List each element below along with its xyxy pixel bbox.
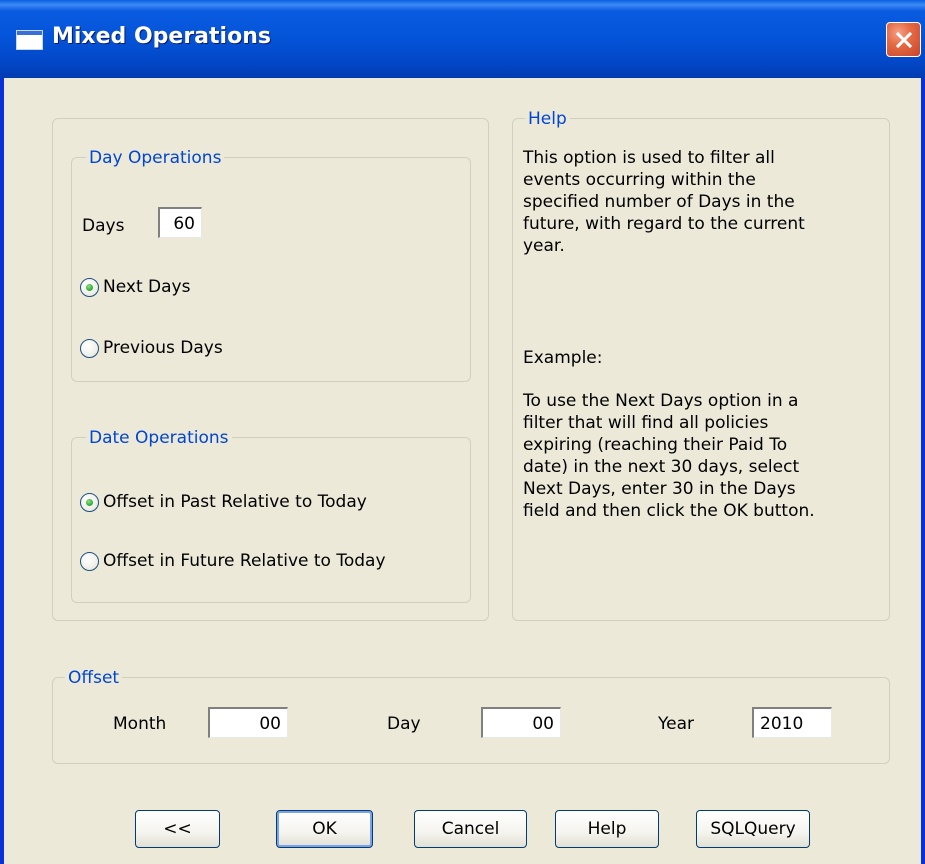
radio-button-checked[interactable] [80, 492, 99, 512]
help-description: This option is used to filter all events… [523, 148, 805, 256]
days-input[interactable]: 60 [158, 207, 202, 238]
radio-button[interactable] [80, 338, 99, 358]
radio-offset-past[interactable]: Offset in Past Relative to Today [80, 492, 367, 512]
day-label: Day [387, 714, 421, 734]
close-button[interactable] [886, 22, 921, 57]
date-operations-legend: Date Operations [86, 428, 232, 448]
window-title: Mixed Operations [52, 24, 271, 49]
help-button[interactable]: Help [555, 810, 659, 848]
month-label: Month [113, 714, 167, 734]
ok-button[interactable]: OK [276, 810, 373, 848]
day-input[interactable]: 00 [481, 707, 561, 738]
close-icon [895, 31, 912, 48]
help-example-label: Example: [523, 348, 603, 368]
back-button[interactable]: << [135, 810, 220, 848]
radio-label: Offset in Future Relative to Today [103, 551, 386, 571]
radio-next-days[interactable]: Next Days [80, 277, 190, 297]
radio-label: Previous Days [103, 338, 223, 358]
radio-label: Offset in Past Relative to Today [103, 492, 367, 512]
offset-legend: Offset [65, 668, 123, 688]
year-label: Year [658, 714, 694, 734]
title-bar[interactable]: Mixed Operations [0, 0, 925, 78]
radio-previous-days[interactable]: Previous Days [80, 338, 223, 358]
window-icon [16, 30, 43, 50]
cancel-button[interactable]: Cancel [414, 810, 527, 848]
days-label: Days [82, 216, 125, 236]
radio-label: Next Days [103, 277, 191, 297]
help-example-text: To use the Next Days option in a filter … [523, 391, 815, 521]
radio-button[interactable] [80, 551, 99, 571]
month-input[interactable]: 00 [208, 707, 288, 738]
year-input[interactable]: 2010 [752, 707, 832, 738]
help-legend: Help [525, 109, 570, 129]
radio-offset-future[interactable]: Offset in Future Relative to Today [80, 551, 386, 571]
radio-button-checked[interactable] [80, 277, 99, 297]
day-operations-legend: Day Operations [86, 148, 225, 168]
date-operations-group [71, 437, 471, 603]
sqlquery-button[interactable]: SQLQuery [696, 810, 810, 848]
